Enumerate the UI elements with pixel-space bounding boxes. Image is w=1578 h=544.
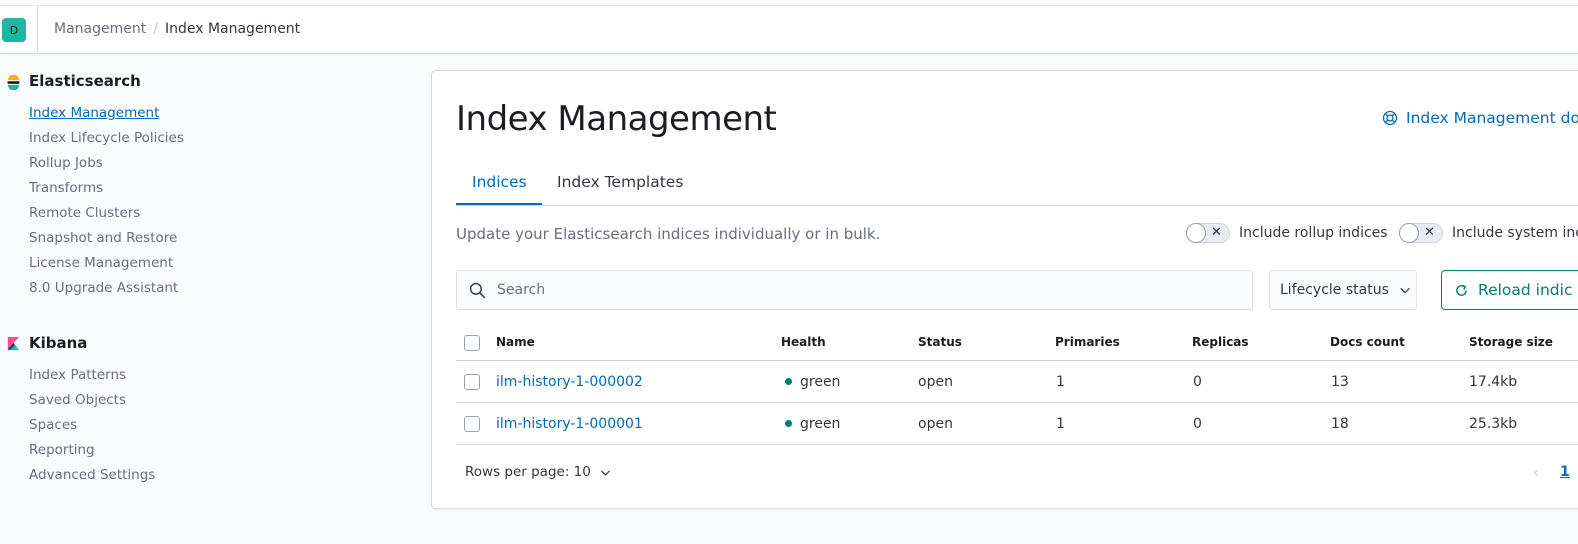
row-checkbox[interactable]	[464, 374, 480, 390]
active-tab-indicator	[456, 203, 542, 205]
row-checkbox[interactable]	[464, 416, 480, 432]
breadcrumb-separator: /	[153, 21, 158, 37]
search-box	[456, 270, 1253, 310]
sidebar-item-index-patterns[interactable]: Index Patterns	[29, 367, 126, 383]
rows-per-page-label: Rows per page: 10	[465, 464, 591, 480]
docs-count-cell: 13	[1331, 374, 1349, 390]
table-header: Name Health Status Primaries Replicas Do…	[456, 329, 1578, 361]
lifecycle-status-label: Lifecycle status	[1280, 282, 1389, 298]
switch-off-icon: ✕	[1211, 225, 1222, 240]
sidebar-item-remote-clusters[interactable]: Remote Clusters	[29, 205, 140, 221]
chevron-down-icon	[1400, 287, 1410, 294]
app-header: D Management / Index Management	[0, 6, 1578, 54]
user-avatar[interactable]: D	[2, 18, 26, 42]
health-dot-icon	[785, 419, 792, 427]
toggle-include-system[interactable]: ✕ Include system inc	[1399, 223, 1578, 243]
column-header-name[interactable]: Name	[496, 335, 535, 349]
sidebar-title-elasticsearch: Elasticsearch	[29, 72, 141, 90]
pagination-page-1[interactable]: 1	[1560, 464, 1570, 480]
docs-count-cell: 18	[1331, 416, 1349, 432]
column-header-replicas[interactable]: Replicas	[1192, 335, 1249, 349]
elasticsearch-logo-icon	[7, 75, 20, 90]
search-icon	[469, 282, 486, 298]
breadcrumb: Management / Index Management	[54, 21, 300, 37]
storage-size-cell: 25.3kb	[1469, 416, 1518, 432]
sidebar-item-reporting[interactable]: Reporting	[29, 442, 95, 458]
main-panel: Index Management Index Management do Ind…	[431, 70, 1578, 509]
primaries-cell: 1	[1056, 416, 1065, 432]
docs-link-label: Index Management do	[1406, 109, 1578, 127]
replicas-cell: 0	[1193, 374, 1202, 390]
tab-indices[interactable]: Indices	[472, 173, 527, 191]
lifebuoy-icon	[1382, 110, 1398, 126]
lifecycle-status-filter[interactable]: Lifecycle status	[1269, 270, 1417, 310]
sidebar-item-upgrade-assistant[interactable]: 8.0 Upgrade Assistant	[29, 280, 178, 296]
rows-per-page-selector[interactable]: Rows per page: 10	[465, 464, 612, 480]
sidebar-title-kibana: Kibana	[29, 334, 88, 352]
page-title: Index Management	[456, 99, 777, 139]
sidebar-item-snapshot-and-restore[interactable]: Snapshot and Restore	[29, 230, 177, 246]
replicas-cell: 0	[1193, 416, 1202, 432]
column-header-storage-size[interactable]: Storage size	[1469, 335, 1553, 349]
column-header-primaries[interactable]: Primaries	[1055, 335, 1120, 349]
index-name-link[interactable]: ilm-history-1-000001	[496, 416, 643, 432]
indices-table: Name Health Status Primaries Replicas Do…	[456, 329, 1578, 445]
breadcrumb-index-management: Index Management	[164, 21, 301, 37]
toggle-rollup-label: Include rollup indices	[1239, 225, 1388, 241]
column-header-health[interactable]: Health	[781, 335, 826, 349]
table-row: ilm-history-1-000001 green open 1 0 18 2…	[456, 403, 1578, 445]
switch-knob	[1186, 223, 1206, 243]
system-switch[interactable]: ✕	[1399, 223, 1443, 243]
kibana-logo-icon	[7, 336, 20, 351]
health-dot-icon	[785, 377, 792, 385]
column-header-status[interactable]: Status	[918, 335, 962, 349]
sidebar-item-license-management[interactable]: License Management	[29, 255, 173, 271]
health-cell: green	[785, 374, 840, 390]
sidebar-item-saved-objects[interactable]: Saved Objects	[29, 392, 126, 408]
toggle-system-label: Include system inc	[1452, 225, 1578, 241]
tab-bar: Indices Index Templates	[456, 169, 1578, 206]
docs-link[interactable]: Index Management do	[1382, 109, 1578, 127]
health-cell: green	[785, 416, 840, 432]
pagination-prev-icon[interactable]: ‹	[1533, 465, 1539, 481]
select-all-checkbox[interactable]	[464, 335, 480, 351]
page-description: Update your Elasticsearch indices indivi…	[456, 225, 881, 243]
column-header-docs-count[interactable]: Docs count	[1330, 335, 1405, 349]
refresh-icon	[1456, 284, 1467, 296]
table-row: ilm-history-1-000002 green open 1 0 13 1…	[456, 361, 1578, 403]
index-name-link[interactable]: ilm-history-1-000002	[496, 374, 643, 390]
primaries-cell: 1	[1056, 374, 1065, 390]
health-value: green	[800, 416, 841, 432]
search-input[interactable]	[497, 282, 1197, 298]
tab-index-templates[interactable]: Index Templates	[557, 173, 683, 191]
status-cell: open	[918, 374, 953, 390]
switch-off-icon: ✕	[1424, 225, 1435, 240]
sidebar-item-index-lifecycle-policies[interactable]: Index Lifecycle Policies	[29, 130, 184, 146]
rollup-switch[interactable]: ✕	[1186, 223, 1230, 243]
header-divider	[37, 6, 38, 54]
reload-indices-button[interactable]: Reload indic	[1441, 270, 1578, 310]
storage-size-cell: 17.4kb	[1469, 374, 1518, 390]
sidebar-item-transforms[interactable]: Transforms	[29, 180, 103, 196]
breadcrumb-management[interactable]: Management	[54, 21, 146, 37]
status-cell: open	[918, 416, 953, 432]
sidebar-item-index-management[interactable]: Index Management	[29, 105, 159, 121]
chevron-down-icon	[600, 469, 610, 476]
sidebar-item-advanced-settings[interactable]: Advanced Settings	[29, 467, 155, 483]
health-value: green	[800, 374, 841, 390]
toggle-include-rollup[interactable]: ✕ Include rollup indices	[1186, 223, 1388, 243]
sidebar-item-spaces[interactable]: Spaces	[29, 417, 77, 433]
switch-knob	[1399, 223, 1419, 243]
sidebar-item-rollup-jobs[interactable]: Rollup Jobs	[29, 155, 103, 171]
reload-indices-label: Reload indic	[1478, 281, 1573, 299]
